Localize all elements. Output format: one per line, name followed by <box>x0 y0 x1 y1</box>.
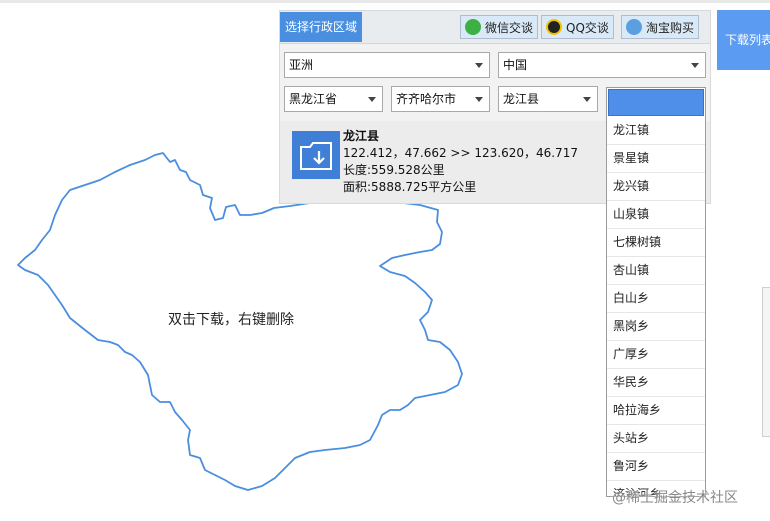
province-select-value: 黑龙江省 <box>289 92 338 106</box>
chevron-down-icon <box>368 97 376 102</box>
town-option[interactable]: 景星镇 <box>607 145 705 173</box>
region-name: 龙江县 <box>343 129 380 143</box>
wechat-chat-label: 微信交谈 <box>485 20 534 35</box>
download-list-button[interactable]: 下载列表 <box>717 10 770 70</box>
wechat-chat-button[interactable]: 微信交谈 <box>460 15 539 39</box>
country-select-value: 中国 <box>503 58 528 72</box>
town-option[interactable]: 华民乡 <box>607 369 705 397</box>
chevron-down-icon <box>691 63 699 68</box>
county-select-value: 龙江县 <box>503 92 540 106</box>
qq-chat-button[interactable]: QQ交谈 <box>541 15 614 39</box>
town-option[interactable]: 杏山镇 <box>607 257 705 285</box>
taobao-buy-button[interactable]: 淘宝购买 <box>621 15 700 39</box>
city-select-value: 齐齐哈尔市 <box>396 92 457 106</box>
wechat-icon <box>465 19 481 35</box>
county-select[interactable]: 龙江县 <box>498 86 598 112</box>
tab-select-region[interactable]: 选择行政区域 <box>280 12 363 42</box>
town-option[interactable]: 七棵树镇 <box>607 229 705 257</box>
qq-chat-label: QQ交谈 <box>566 20 609 35</box>
town-option[interactable]: 头站乡 <box>607 425 705 453</box>
taobao-icon <box>626 19 642 35</box>
continent-select[interactable]: 亚洲 <box>284 52 490 78</box>
city-select[interactable]: 齐齐哈尔市 <box>391 86 490 112</box>
town-option[interactable]: 龙江镇 <box>607 117 705 145</box>
town-option[interactable]: 黑岗乡 <box>607 313 705 341</box>
region-info-text: 龙江县 122.412，47.662 >> 123.620，46.717 长度:… <box>343 128 578 196</box>
town-option[interactable]: 山泉镇 <box>607 201 705 229</box>
country-select[interactable]: 中国 <box>498 52 706 78</box>
town-option[interactable]: 哈拉海乡 <box>607 397 705 425</box>
chevron-down-icon <box>475 97 483 102</box>
taobao-buy-label: 淘宝购买 <box>646 20 695 35</box>
region-length: 长度:559.528公里 <box>343 163 445 177</box>
chevron-down-icon <box>583 97 591 102</box>
region-bbox: 122.412，47.662 >> 123.620，46.717 <box>343 146 578 160</box>
town-option[interactable]: 龙兴镇 <box>607 173 705 201</box>
panel-header: 选择行政区域 微信交谈 QQ交谈 淘宝购买 <box>280 11 710 44</box>
chevron-down-icon <box>475 63 483 68</box>
watermark: @稀土掘金技术社区 <box>612 490 738 506</box>
download-icon[interactable] <box>292 131 340 179</box>
region-area: 面积:5888.725平方公里 <box>343 180 477 194</box>
map-hint-text: 双击下载，右键删除 <box>168 312 294 328</box>
qq-penguin-icon <box>546 19 562 35</box>
town-option[interactable]: 白山乡 <box>607 285 705 313</box>
town-dropdown-list[interactable]: 龙江镇 景星镇 龙兴镇 山泉镇 七棵树镇 杏山镇 白山乡 黑岗乡 广厚乡 华民乡… <box>606 87 706 497</box>
town-option[interactable]: 广厚乡 <box>607 341 705 369</box>
continent-select-value: 亚洲 <box>289 58 314 72</box>
side-panel-edge <box>762 287 770 437</box>
town-option[interactable]: 鲁河乡 <box>607 453 705 481</box>
town-dropdown-selected-item[interactable] <box>608 89 704 116</box>
province-select[interactable]: 黑龙江省 <box>284 86 383 112</box>
